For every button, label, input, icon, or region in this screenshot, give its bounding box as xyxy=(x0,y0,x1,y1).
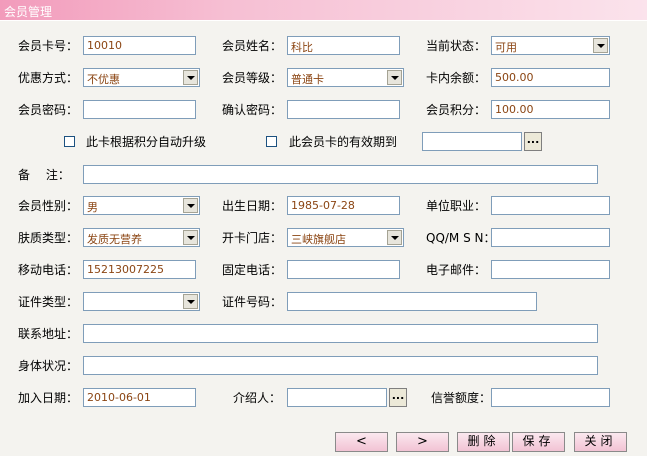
title-divider xyxy=(0,20,647,21)
status-select[interactable]: 可用 xyxy=(491,36,610,55)
birthday-input[interactable]: 1985-07-28 xyxy=(287,196,400,215)
skin-type-value: 发质无营养 xyxy=(87,233,142,246)
referrer-input[interactable] xyxy=(287,388,387,407)
store-value: 三峡旗舰店 xyxy=(291,233,346,246)
chevron-down-icon[interactable] xyxy=(387,230,402,245)
qq-msn-label: QQ/M S N： xyxy=(426,231,496,245)
credit-input[interactable] xyxy=(491,388,610,407)
chevron-down-icon[interactable] xyxy=(183,198,198,213)
chevron-down-icon[interactable] xyxy=(183,70,198,85)
skin-type-select[interactable]: 发质无营养 xyxy=(83,228,200,247)
confirm-password-label: 确认密码： xyxy=(222,103,283,117)
gender-value: 男 xyxy=(87,201,98,214)
id-type-label: 证件类型： xyxy=(18,295,79,309)
qq-msn-input[interactable] xyxy=(491,228,610,247)
birthday-label: 出生日期： xyxy=(222,199,283,213)
valid-until-label: 此会员卡的有效期到 xyxy=(289,135,398,149)
level-value: 普通卡 xyxy=(291,73,324,86)
occupation-input[interactable] xyxy=(491,196,610,215)
chevron-down-icon[interactable] xyxy=(183,294,198,309)
status-value: 可用 xyxy=(495,41,517,54)
remark-label: 备 注： xyxy=(18,168,70,182)
id-no-input[interactable] xyxy=(287,292,537,311)
chevron-down-icon[interactable] xyxy=(387,70,402,85)
confirm-password-input[interactable] xyxy=(287,100,400,119)
password-input[interactable] xyxy=(83,100,196,119)
discount-value: 不优惠 xyxy=(87,73,120,86)
email-label: 电子邮件： xyxy=(426,263,487,277)
mobile-label: 移动电话： xyxy=(18,263,79,277)
auto-upgrade-label: 此卡根据积分自动升级 xyxy=(86,135,207,149)
level-select[interactable]: 普通卡 xyxy=(287,68,404,87)
id-no-label: 证件号码： xyxy=(222,295,283,309)
mobile-input[interactable]: 15213007225 xyxy=(83,260,196,279)
store-label: 开卡门店： xyxy=(222,231,283,245)
health-input[interactable] xyxy=(83,356,598,375)
save-button[interactable]: 保存 xyxy=(512,432,565,452)
credit-label: 信誉额度： xyxy=(431,391,492,405)
title-bar: 会员管理 xyxy=(0,0,647,20)
phone-label: 固定电话： xyxy=(222,263,283,277)
card-no-label: 会员卡号： xyxy=(18,39,79,53)
level-label: 会员等级： xyxy=(222,71,283,85)
referrer-label: 介绍人： xyxy=(233,391,282,405)
health-label: 身体状况： xyxy=(18,359,79,373)
next-button[interactable]: > xyxy=(396,432,449,452)
join-date-label: 加入日期： xyxy=(18,391,79,405)
discount-label: 优惠方式： xyxy=(18,71,79,85)
occupation-label: 单位职业： xyxy=(426,199,487,213)
prev-button[interactable]: < xyxy=(335,432,388,452)
gender-select[interactable]: 男 xyxy=(83,196,200,215)
valid-until-checkbox[interactable] xyxy=(266,136,277,147)
discount-select[interactable]: 不优惠 xyxy=(83,68,200,87)
store-select[interactable]: 三峡旗舰店 xyxy=(287,228,404,247)
name-label: 会员姓名： xyxy=(222,39,283,53)
skin-type-label: 肤质类型： xyxy=(18,231,79,245)
password-label: 会员密码： xyxy=(18,103,79,117)
address-input[interactable] xyxy=(83,324,598,343)
balance-label: 卡内余额： xyxy=(426,71,487,85)
gender-label: 会员性别： xyxy=(18,199,79,213)
chevron-down-icon[interactable] xyxy=(593,38,608,53)
points-label: 会员积分： xyxy=(426,103,487,117)
card-no-input[interactable]: 10010 xyxy=(83,36,196,55)
referrer-picker-button[interactable]: ... xyxy=(389,388,407,407)
valid-until-input[interactable] xyxy=(422,132,522,151)
phone-input[interactable] xyxy=(287,260,400,279)
close-button[interactable]: 关闭 xyxy=(574,432,627,452)
id-type-select[interactable] xyxy=(83,292,200,311)
balance-input[interactable]: 500.00 xyxy=(491,68,610,87)
auto-upgrade-checkbox[interactable] xyxy=(64,136,75,147)
status-label: 当前状态： xyxy=(426,39,487,53)
name-input[interactable]: 科比 xyxy=(287,36,400,55)
email-input[interactable] xyxy=(491,260,610,279)
remark-input[interactable] xyxy=(83,165,598,184)
address-label: 联系地址： xyxy=(18,327,79,341)
points-input[interactable]: 100.00 xyxy=(491,100,610,119)
chevron-down-icon[interactable] xyxy=(183,230,198,245)
join-date-input[interactable]: 2010-06-01 xyxy=(83,388,196,407)
window-title: 会员管理 xyxy=(4,5,53,19)
delete-button[interactable]: 删除 xyxy=(457,432,510,452)
valid-until-picker-button[interactable]: ... xyxy=(524,132,542,151)
